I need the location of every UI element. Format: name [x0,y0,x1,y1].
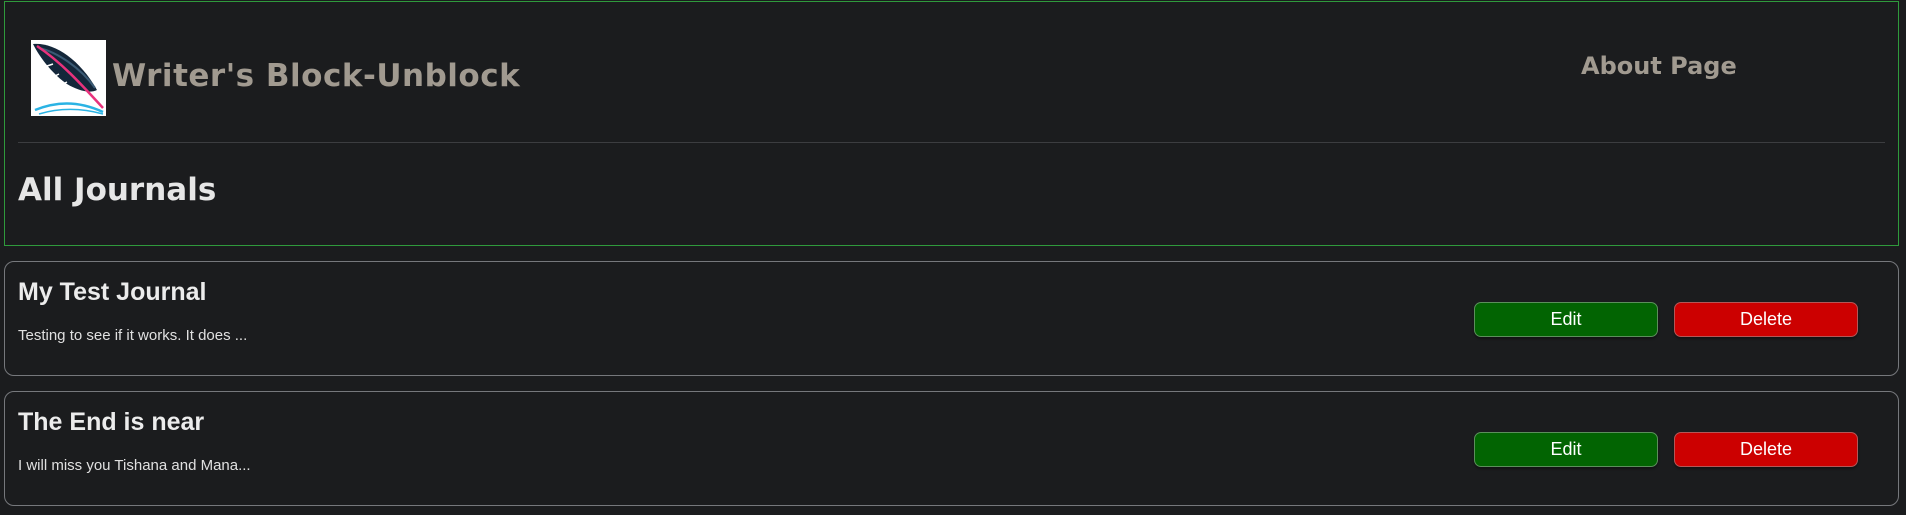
journal-card: The End is near I will miss you Tishana … [4,391,1899,506]
journal-title: My Test Journal [18,278,207,306]
journal-excerpt: I will miss you Tishana and Mana... [18,457,251,474]
edit-button[interactable]: Edit [1474,302,1658,337]
delete-button[interactable]: Delete [1674,302,1858,337]
edit-button[interactable]: Edit [1474,432,1658,467]
page-title: All Journals [18,172,217,208]
about-page-link[interactable]: About Page [1581,52,1737,80]
logo[interactable] [31,40,106,116]
journal-card: My Test Journal Testing to see if it wor… [4,261,1899,376]
header-divider [18,142,1885,143]
delete-button[interactable]: Delete [1674,432,1858,467]
feather-quill-icon [33,43,104,115]
journal-title: The End is near [18,408,205,436]
site-title: Writer's Block-Unblock [112,58,521,94]
site-header: Writer's Block-Unblock About Page All Jo… [4,1,1899,246]
journal-excerpt: Testing to see if it works. It does ... [18,327,248,344]
